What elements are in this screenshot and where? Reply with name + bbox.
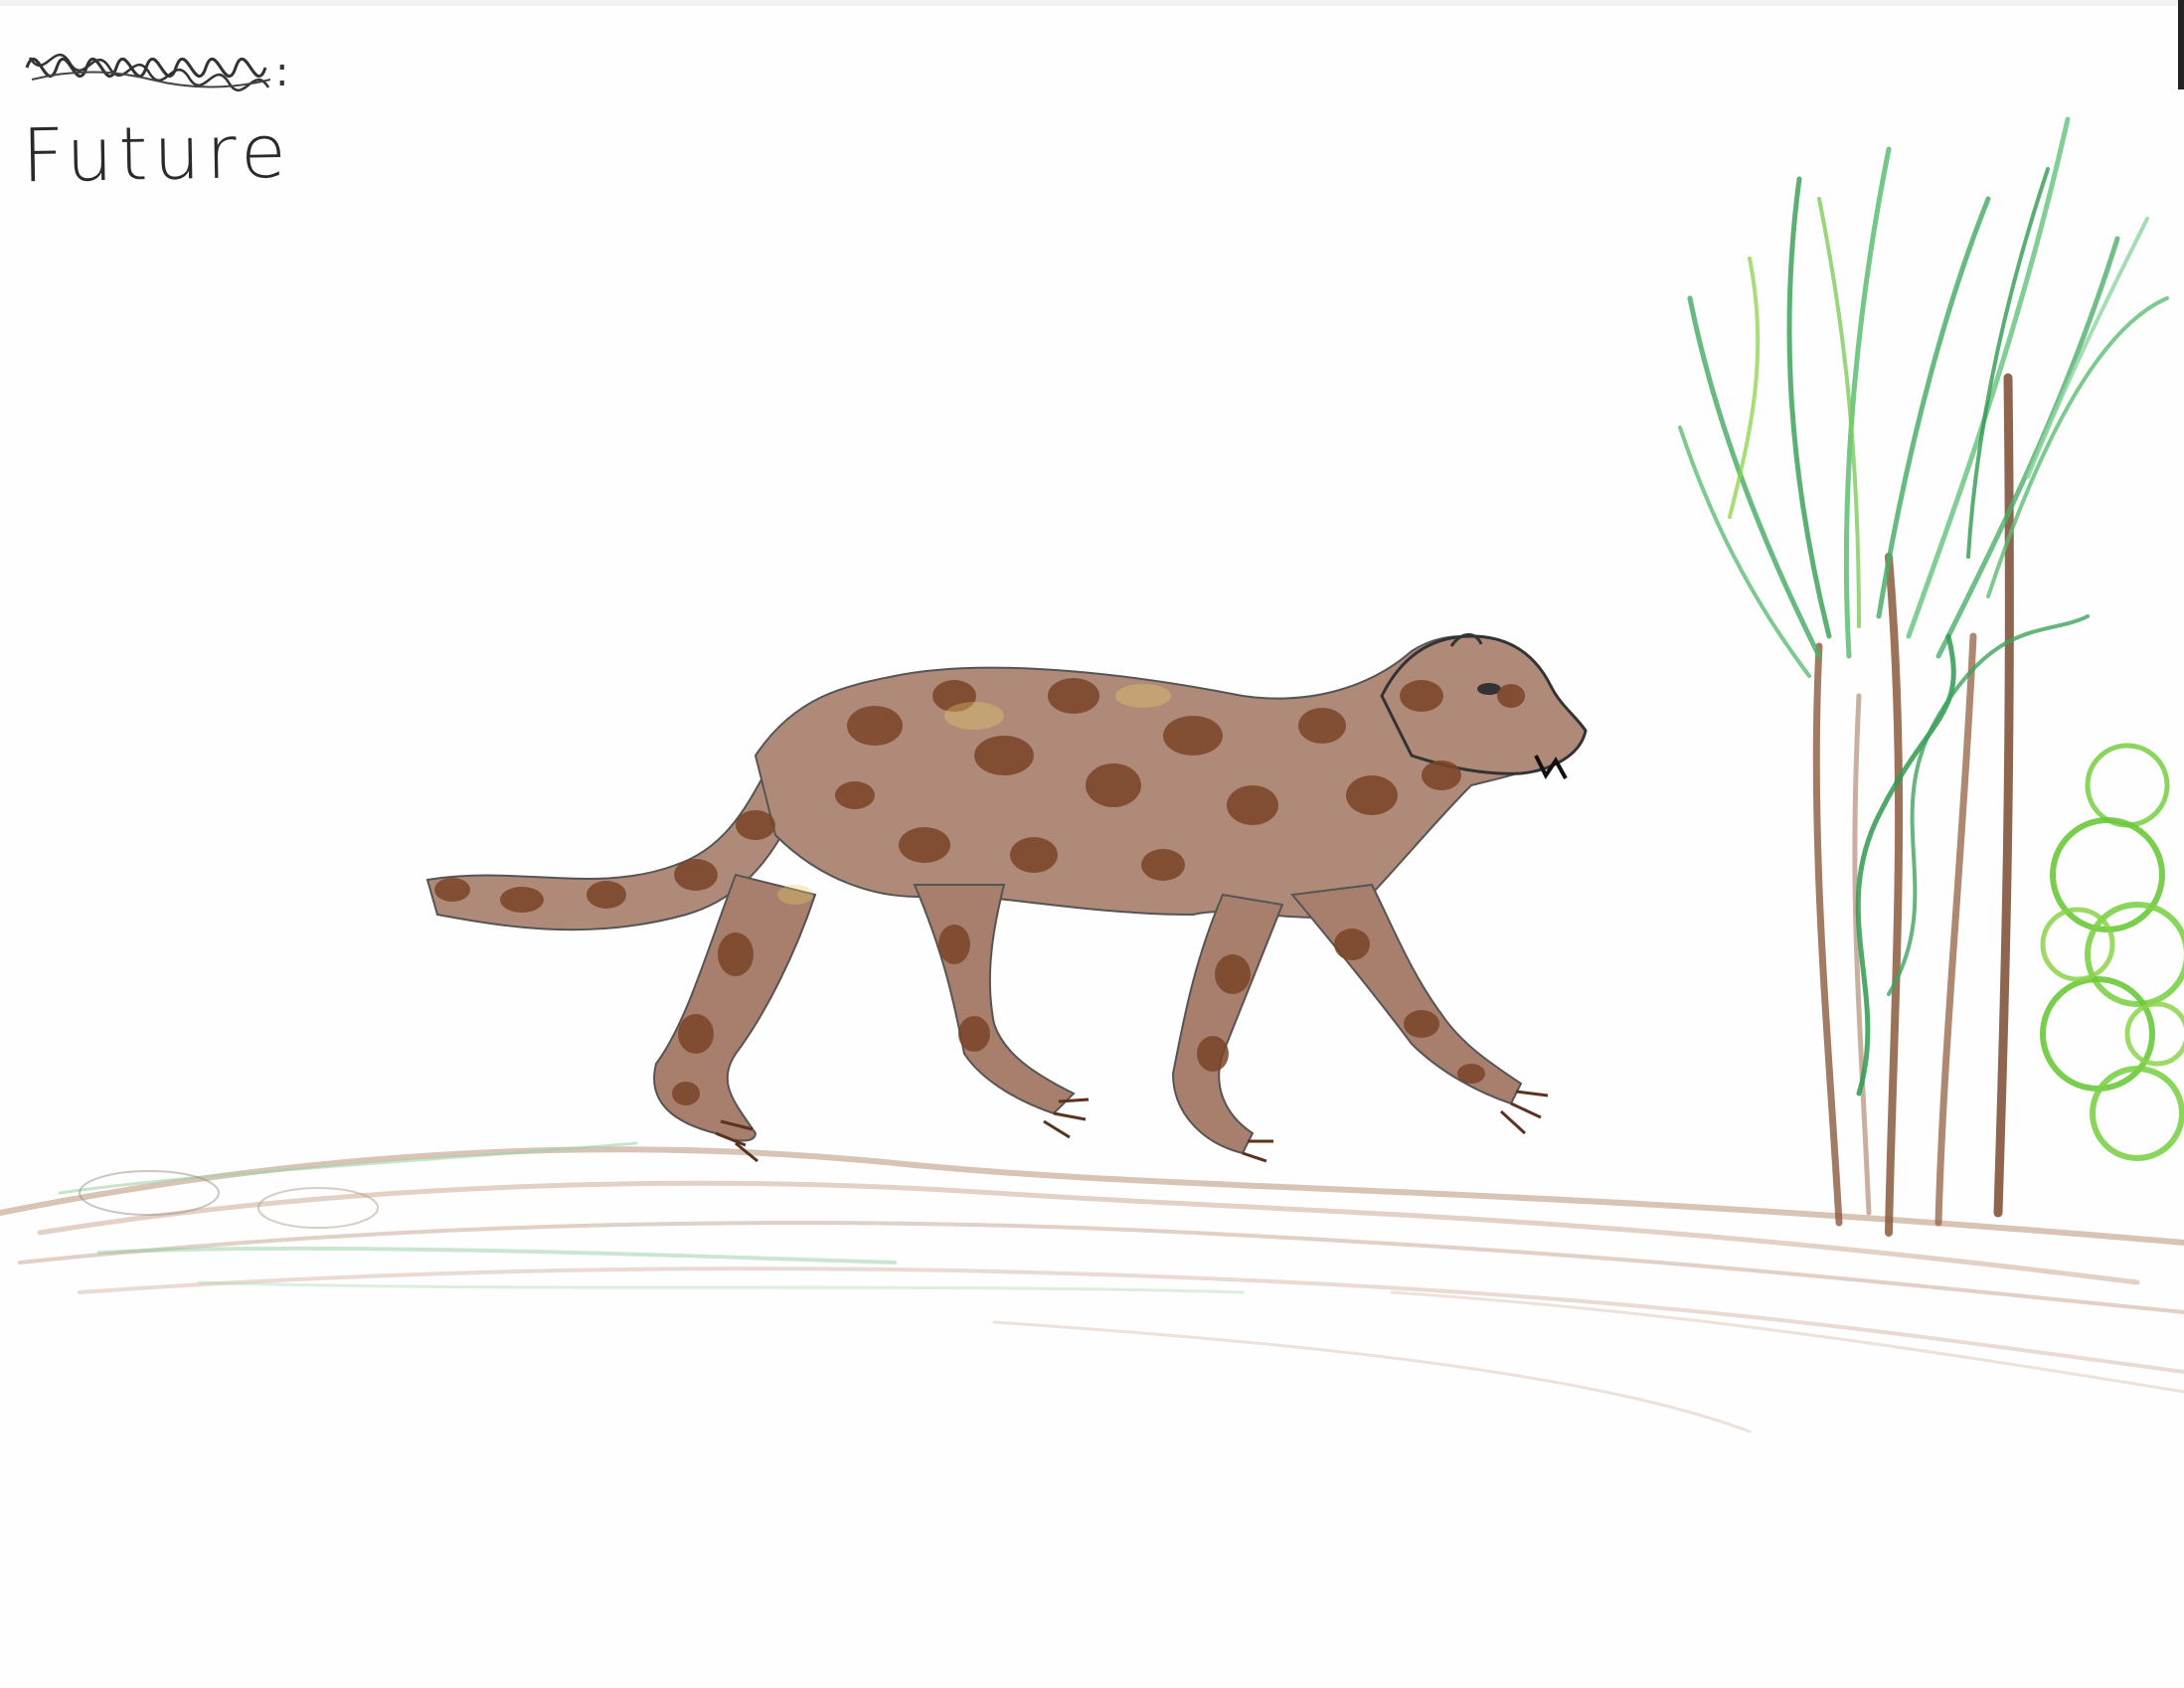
drawing-page: : Future (0, 0, 2184, 1688)
spotted-cat (425, 633, 1588, 1163)
tree-cluster (1678, 116, 2184, 1237)
scene-illustration (0, 116, 2184, 1434)
ground-strokes (0, 1141, 2184, 1434)
